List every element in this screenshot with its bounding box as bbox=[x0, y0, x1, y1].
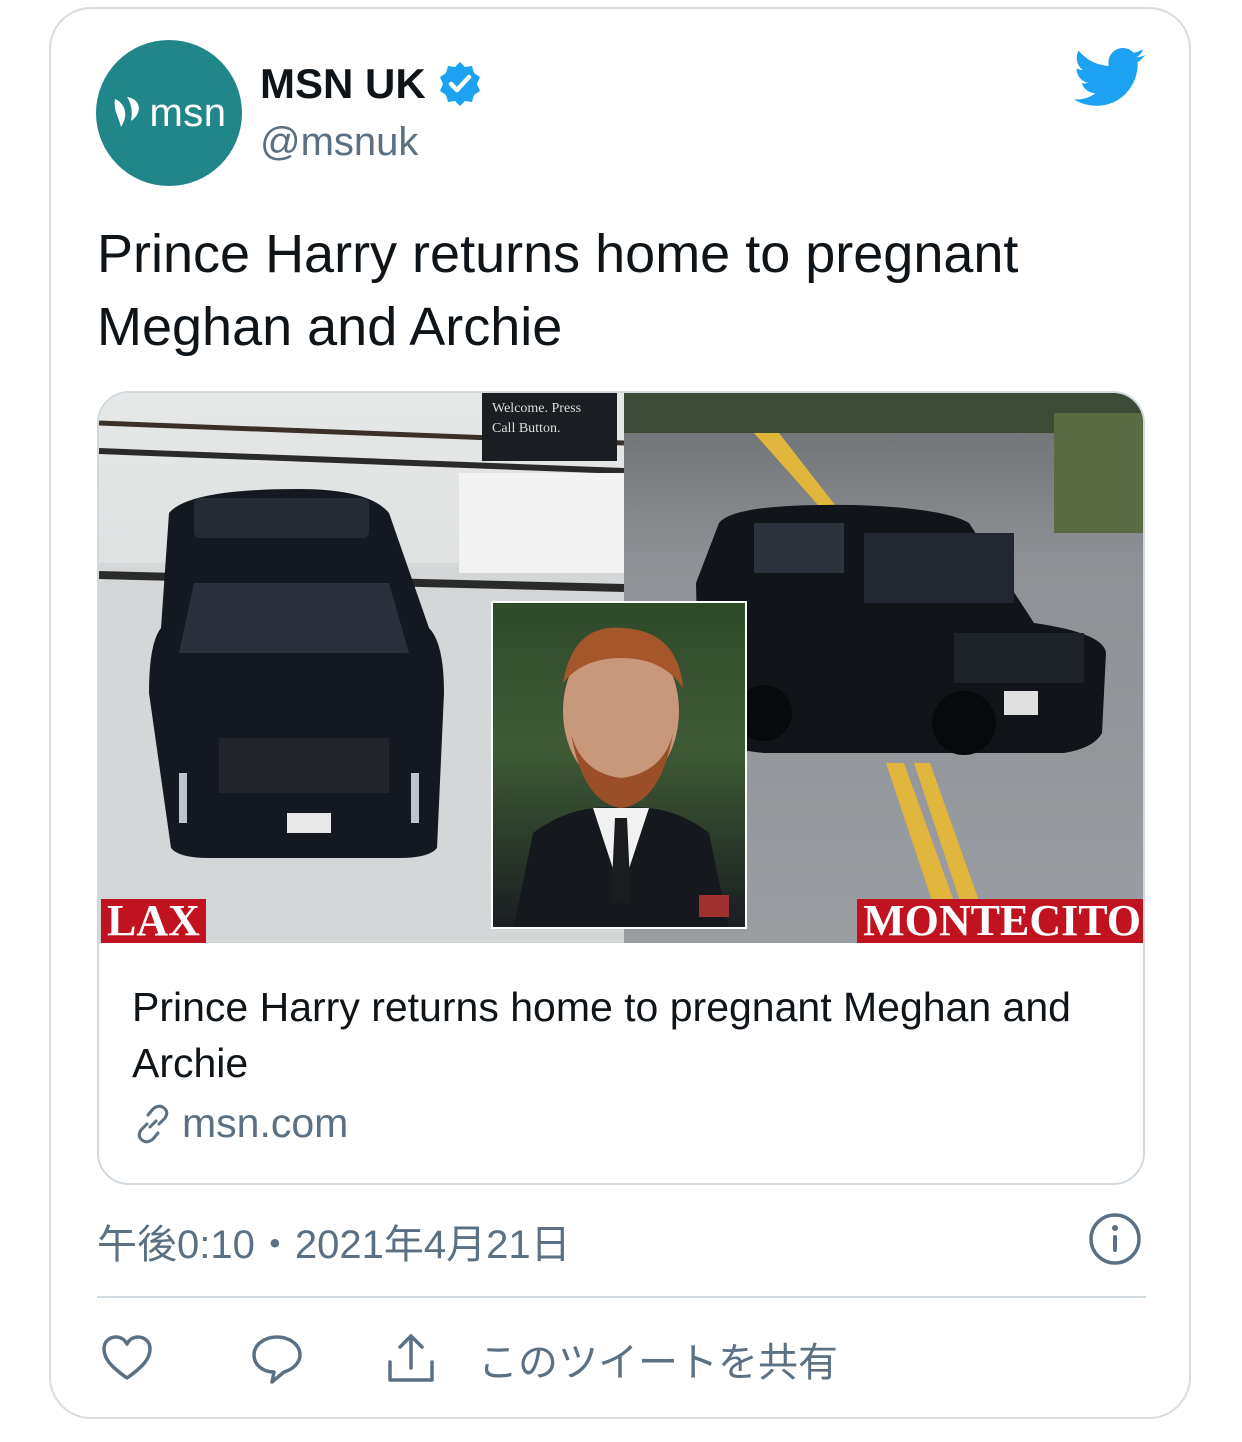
twitter-bird-icon[interactable] bbox=[1074, 48, 1146, 106]
divider bbox=[97, 1296, 1146, 1298]
avatar-text: msn bbox=[149, 90, 227, 135]
link-icon bbox=[137, 1104, 169, 1143]
tweet-timestamp[interactable]: 午後0:10・2021年4月21日 bbox=[97, 1212, 571, 1270]
heart-icon[interactable] bbox=[100, 1332, 154, 1386]
link-preview-image[interactable]: Welcome. Press Call Button. LAX MONTECIT… bbox=[99, 393, 1143, 943]
domain-text: msn.com bbox=[182, 1100, 349, 1146]
link-card-domain[interactable]: msn.com bbox=[132, 1100, 348, 1147]
tweet-text: Prince Harry returns home to pregnant Me… bbox=[97, 224, 1019, 357]
account-name[interactable]: MSN UK bbox=[260, 60, 426, 108]
reply-icon[interactable] bbox=[250, 1332, 304, 1386]
link-card-title[interactable]: Prince Harry returns home to pregnant Me… bbox=[132, 979, 1122, 1091]
prince-harry-portrait bbox=[491, 601, 747, 929]
portrait-photo bbox=[513, 627, 729, 927]
msn-butterfly-icon bbox=[115, 97, 140, 127]
action-bar: このツイートを共有 bbox=[100, 1330, 838, 1388]
verified-badge-icon bbox=[439, 62, 480, 106]
welcome-sign: Welcome. Press Call Button. bbox=[482, 393, 617, 461]
link-preview-card[interactable]: Welcome. Press Call Button. LAX MONTECIT… bbox=[97, 391, 1145, 1185]
share-tweet-label[interactable]: このツイートを共有 bbox=[478, 1330, 838, 1388]
account-handle[interactable]: @msnuk bbox=[260, 120, 418, 165]
label-montecito: MONTECITO bbox=[857, 899, 1143, 943]
info-icon[interactable] bbox=[1088, 1212, 1142, 1266]
share-icon[interactable] bbox=[384, 1332, 438, 1386]
label-lax: LAX bbox=[101, 899, 206, 943]
avatar[interactable]: msn bbox=[96, 40, 242, 186]
account-name-row: MSN UK bbox=[260, 60, 484, 108]
